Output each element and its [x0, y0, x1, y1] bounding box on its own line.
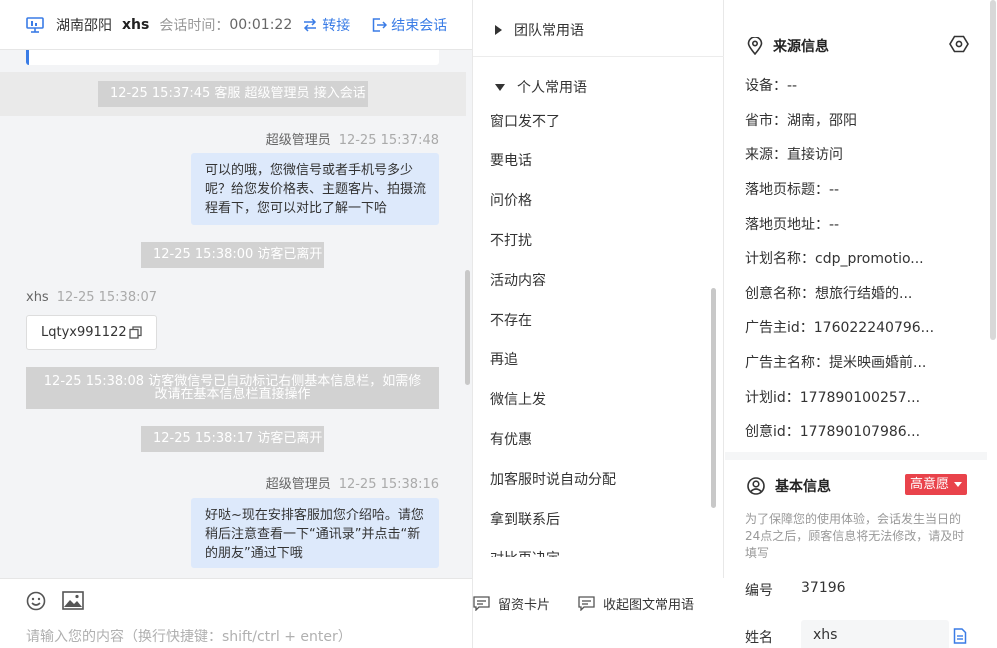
- collapse-phrases-label: 收起图文常用语: [603, 598, 695, 613]
- transfer-button[interactable]: 转接: [302, 15, 350, 35]
- message-input[interactable]: [26, 629, 466, 645]
- customer-id-label: 编号: [745, 583, 773, 599]
- intent-level-dropdown[interactable]: 高意愿: [905, 474, 968, 495]
- source-info-title: 来源信息: [747, 36, 829, 56]
- source-device: 设备：--: [745, 78, 798, 94]
- agent-meta: 超级管理员 12-25 15:38:16: [266, 473, 439, 492]
- phrase-item[interactable]: 加客服时说自动分配: [490, 469, 616, 489]
- info-scrollbar[interactable]: [990, 0, 996, 340]
- personal-phrases-label: 个人常用语: [517, 80, 587, 96]
- agent-message-bubble: 可以的哦，您微信号或者手机号多少呢？给您发价格表、主题客片、拍摄流程看下，您可以…: [191, 153, 439, 225]
- phrase-item[interactable]: 不打扰: [490, 230, 532, 250]
- visitor-meta: xhs 12-25 15:38:07: [26, 290, 157, 305]
- lead-card-button[interactable]: 留资卡片: [473, 594, 550, 613]
- landing-page-title: 落地页标题：--: [745, 182, 840, 198]
- phrase-item[interactable]: 问价格: [490, 190, 532, 210]
- quick-phrases-panel: 团队常用语 个人常用语 窗口发不了 要电话 问价格 不打扰 活动内容 不存在 再…: [472, 0, 724, 648]
- basic-info-label: 基本信息: [775, 479, 831, 495]
- team-phrases-label: 团队常用语: [514, 23, 584, 39]
- message-list[interactable]: 12-25 15:37:45 客服 超级管理员 接入会话 超级管理员 12-25 …: [0, 50, 472, 578]
- phrase-item[interactable]: 窗口发不了: [490, 111, 560, 131]
- message-list-icon: [578, 596, 595, 611]
- location-pin-icon: [747, 37, 763, 55]
- creative-id: 创意id：177890107986...: [745, 424, 921, 440]
- phrase-list-scrollbar[interactable]: [711, 288, 716, 508]
- phrase-item[interactable]: 对比再决定: [490, 548, 560, 557]
- phrase-item[interactable]: 要电话: [490, 150, 532, 170]
- end-session-button[interactable]: 结束会话: [372, 15, 447, 35]
- system-message: 12-25 15:38:17 访客已离开: [141, 426, 324, 452]
- message-time: 12-25 15:38:16: [338, 477, 439, 492]
- agent-message-bubble: 好哒~现在安排客服加您介绍哈。请您稍后注意查看一下“通讯录”并点击“新的朋友”通…: [191, 498, 439, 568]
- phrase-list[interactable]: 窗口发不了 要电话 问价格 不打扰 活动内容 不存在 再追 微信上发 有优惠 加…: [473, 99, 713, 557]
- session-time: 00:01:22: [229, 16, 293, 33]
- chevron-right-icon: [495, 25, 502, 35]
- personal-phrases-group[interactable]: 个人常用语: [495, 77, 587, 97]
- end-session-label: 结束会话: [391, 17, 448, 34]
- phrase-item[interactable]: 再追: [490, 349, 518, 369]
- agent-name: 超级管理员: [265, 477, 331, 492]
- phrase-item[interactable]: 拿到联系后: [490, 509, 560, 529]
- customer-name-label: 姓名: [745, 630, 773, 646]
- lead-card-label: 留资卡片: [498, 598, 551, 613]
- monitor-icon: [26, 16, 44, 33]
- chat-panel: 湖南邵阳 xhs 会话时间： 00:01:22 转接 结束会话 12-25 15…: [0, 0, 472, 648]
- system-message: 12-25 15:38:08 访客微信号已自动标记右侧基本信息栏，如需修改请在基…: [26, 367, 439, 409]
- visitor-msg-name: xhs: [26, 290, 49, 305]
- team-phrases-group[interactable]: 团队常用语: [495, 20, 584, 40]
- landing-page-url: 落地页地址：--: [745, 217, 840, 233]
- chat-input-area: [0, 578, 472, 648]
- copy-icon[interactable]: [128, 326, 142, 339]
- emoji-icon[interactable]: [26, 591, 46, 611]
- advertiser-name: 广告主名称：提米映画婚前...: [745, 355, 927, 371]
- transfer-icon: [304, 17, 317, 32]
- visitor-message-bubble[interactable]: Lqtyx991122: [26, 315, 157, 350]
- section-divider: [725, 452, 987, 460]
- file-icon[interactable]: [953, 628, 967, 644]
- system-message: 12-25 15:37:45 客服 超级管理员 接入会话: [98, 81, 368, 107]
- visitor-location: 湖南邵阳: [56, 17, 112, 34]
- advertiser-id: 广告主id：176022240796...: [745, 320, 935, 336]
- divider: [473, 56, 724, 57]
- collapse-phrases-button[interactable]: 收起图文常用语: [578, 594, 694, 613]
- customer-name-input[interactable]: [801, 620, 949, 648]
- settings-icon[interactable]: [949, 35, 969, 53]
- message-card-icon: [473, 596, 490, 611]
- phrase-item[interactable]: 微信上发: [490, 389, 546, 409]
- creative-name: 创意名称：想旅行结婚的...: [745, 286, 913, 302]
- phrase-item[interactable]: 有优惠: [490, 429, 532, 449]
- chat-scrollbar[interactable]: [465, 270, 470, 385]
- edit-notice: 为了保障您的使用体验，会话发生当日的24点之后，顾客信息将无法修改，请及时填写: [745, 512, 965, 560]
- phrase-item[interactable]: 活动内容: [490, 270, 546, 290]
- session-time-label: 会话时间：: [159, 17, 230, 34]
- agent-meta: 超级管理员 12-25 15:37:48: [266, 129, 439, 148]
- phrase-item[interactable]: 不存在: [490, 310, 532, 330]
- message-time: 12-25 15:37:48: [338, 133, 439, 148]
- chevron-down-icon: [495, 83, 505, 91]
- exit-icon: [372, 17, 388, 32]
- source-province: 省市：湖南，邵阳: [745, 113, 857, 129]
- user-circle-icon: [747, 477, 765, 495]
- transfer-label: 转接: [322, 17, 351, 34]
- system-message-row: 12-25 15:37:45 客服 超级管理员 接入会话: [0, 72, 466, 116]
- source-channel: 来源：直接访问: [745, 147, 843, 163]
- system-message: 12-25 15:38:00 访客已离开: [141, 242, 324, 268]
- visitor-message-text: Lqtyx991122: [41, 325, 127, 340]
- message-time: 12-25 15:38:07: [56, 290, 158, 305]
- customer-info-panel: 来源信息 设备：-- 省市：湖南，邵阳 来源：直接访问 落地页标题：-- 落地页…: [725, 0, 997, 648]
- campaign-name: 计划名称：cdp_promotio...: [745, 251, 924, 267]
- previous-message-card: [26, 50, 439, 65]
- chat-header: 湖南邵阳 xhs 会话时间： 00:01:22 转接 结束会话: [0, 0, 472, 50]
- image-icon[interactable]: [62, 591, 84, 610]
- agent-name: 超级管理员: [265, 133, 331, 148]
- customer-id-value: 37196: [801, 580, 846, 596]
- campaign-id: 计划id：177890100257...: [745, 390, 921, 406]
- source-info-label: 来源信息: [773, 39, 829, 55]
- visitor-name: xhs: [122, 16, 150, 33]
- basic-info-title: 基本信息: [747, 476, 831, 496]
- phrase-footer: 留资卡片 收起图文常用语: [473, 578, 724, 648]
